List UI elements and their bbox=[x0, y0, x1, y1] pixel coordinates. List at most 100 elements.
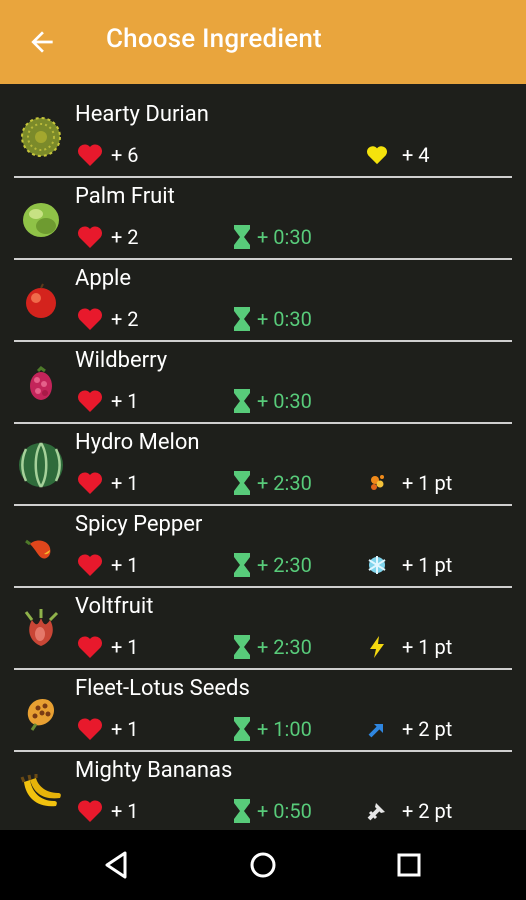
hearts-stat: + 2 bbox=[77, 304, 139, 334]
heart-icon bbox=[77, 390, 103, 412]
hearts-stat: + 1 bbox=[77, 632, 139, 662]
list-item[interactable]: Hydro Melon + 1 + 2:30 + 1 pt bbox=[0, 424, 526, 506]
hearts-value: + 6 bbox=[111, 143, 139, 167]
ingredient-name: Fleet-Lotus Seeds bbox=[75, 676, 250, 701]
palm-fruit-icon bbox=[23, 203, 59, 237]
duration-value: + 1:00 bbox=[257, 717, 312, 741]
system-nav-bar bbox=[0, 830, 526, 900]
hourglass-icon bbox=[234, 389, 250, 413]
hearts-value: + 1 bbox=[111, 471, 139, 495]
ingredient-name: Hearty Durian bbox=[75, 102, 209, 127]
duration-stat: + 2:30 bbox=[233, 468, 312, 498]
ingredient-name: Voltfruit bbox=[75, 594, 154, 619]
cold-resistance-icon bbox=[368, 556, 386, 574]
list-item[interactable]: Voltfruit + 1 + 2:30 + 1 pt bbox=[0, 588, 526, 670]
page-title: Choose Ingredient bbox=[106, 24, 322, 54]
hearts-stat: + 1 bbox=[77, 550, 139, 580]
wildberry-icon bbox=[30, 366, 52, 400]
speed-icon bbox=[368, 724, 383, 738]
heat-resistance-icon bbox=[371, 475, 384, 490]
bonus-value: + 4 bbox=[402, 143, 430, 167]
mighty-bananas-icon bbox=[20, 774, 61, 807]
duration-value: + 0:30 bbox=[257, 389, 312, 413]
heart-icon bbox=[77, 636, 103, 658]
hearts-stat: + 1 bbox=[77, 386, 139, 416]
duration-stat: + 0:30 bbox=[233, 386, 312, 416]
duration-value: + 2:30 bbox=[257, 471, 312, 495]
hourglass-icon bbox=[234, 471, 250, 495]
heart-icon bbox=[77, 144, 103, 166]
nav-home-icon[interactable] bbox=[246, 848, 280, 882]
bonus-stat: + 2 pt bbox=[366, 714, 452, 744]
list-item[interactable]: Wildberry + 1 + 0:30 bbox=[0, 342, 526, 424]
bonus-value: + 2 pt bbox=[402, 799, 453, 823]
hearts-value: + 2 bbox=[111, 307, 139, 331]
duration-stat: + 2:30 bbox=[233, 632, 312, 662]
hearts-stat: + 2 bbox=[77, 222, 139, 252]
hydro-melon-icon bbox=[19, 442, 63, 488]
duration-stat: + 0:50 bbox=[233, 796, 312, 826]
duration-stat: + 1:00 bbox=[233, 714, 312, 744]
heart-icon bbox=[77, 554, 103, 576]
heart-icon bbox=[77, 800, 103, 822]
duration-value: + 0:30 bbox=[257, 307, 312, 331]
ingredient-name: Palm Fruit bbox=[75, 184, 175, 209]
hourglass-icon bbox=[234, 799, 250, 823]
bonus-stat: + 1 pt bbox=[366, 632, 452, 662]
apple-icon bbox=[26, 283, 56, 318]
hourglass-icon bbox=[234, 635, 250, 659]
nav-recents-icon[interactable] bbox=[392, 848, 426, 882]
duration-stat: + 2:30 bbox=[233, 550, 312, 580]
bonus-stat: + 4 bbox=[366, 140, 430, 170]
bonus-value: + 2 pt bbox=[402, 717, 453, 741]
heart-icon bbox=[77, 472, 103, 494]
hearts-value: + 2 bbox=[111, 225, 139, 249]
bonus-stat: + 2 pt bbox=[366, 796, 452, 826]
heart-icon bbox=[77, 308, 103, 330]
duration-value: + 2:30 bbox=[257, 553, 312, 577]
hearts-stat: + 1 bbox=[77, 468, 139, 498]
list-item[interactable]: Apple + 2 + 0:30 bbox=[0, 260, 526, 342]
durian-icon bbox=[21, 117, 61, 157]
hearts-stat: + 1 bbox=[77, 796, 139, 826]
duration-value: + 2:30 bbox=[257, 635, 312, 659]
hourglass-icon bbox=[234, 717, 250, 741]
ingredient-name: Mighty Bananas bbox=[75, 758, 233, 783]
duration-stat: + 0:30 bbox=[233, 304, 312, 334]
heart-icon bbox=[77, 226, 103, 248]
list-item[interactable]: Hearty Durian + 6 + 4 bbox=[0, 96, 526, 178]
voltfruit-icon bbox=[24, 609, 59, 646]
fleet-lotus-seeds-icon bbox=[27, 698, 54, 731]
hourglass-icon bbox=[234, 225, 250, 249]
list-item[interactable]: Fleet-Lotus Seeds + 1 + 1:00 + 2 pt bbox=[0, 670, 526, 752]
ingredient-name: Hydro Melon bbox=[75, 430, 200, 455]
hearts-value: + 1 bbox=[111, 553, 139, 577]
list-item[interactable]: Palm Fruit + 2 + 0:30 bbox=[0, 178, 526, 260]
shock-resistance-icon bbox=[370, 636, 384, 658]
ingredient-name: Wildberry bbox=[75, 348, 168, 373]
nav-back-icon[interactable] bbox=[100, 848, 134, 882]
duration-stat: + 0:30 bbox=[233, 222, 312, 252]
bonus-stat: + 1 pt bbox=[366, 550, 452, 580]
hearts-stat: + 6 bbox=[77, 140, 139, 170]
bonus-stat: + 1 pt bbox=[366, 468, 452, 498]
list-item[interactable]: Mighty Bananas + 1 + 0:50 + 2 pt bbox=[0, 752, 526, 830]
arrow-left-icon[interactable] bbox=[26, 26, 58, 58]
bonus-value: + 1 pt bbox=[402, 635, 453, 659]
ingredient-name: Apple bbox=[75, 266, 132, 291]
heart-icon bbox=[77, 718, 103, 740]
attack-up-icon bbox=[367, 803, 385, 821]
duration-value: + 0:50 bbox=[257, 799, 312, 823]
bonus-value: + 1 pt bbox=[402, 553, 453, 577]
hearts-value: + 1 bbox=[111, 717, 139, 741]
yellow-heart-icon bbox=[366, 146, 388, 165]
hearts-value: + 1 bbox=[111, 389, 139, 413]
hourglass-icon bbox=[234, 307, 250, 331]
bonus-value: + 1 pt bbox=[402, 471, 453, 495]
ingredient-list[interactable]: Hearty Durian + 6 + 4 Palm Fruit + 2 + 0… bbox=[0, 84, 526, 830]
list-item[interactable]: Spicy Pepper + 1 + 2:30 + 1 pt bbox=[0, 506, 526, 588]
hearts-stat: + 1 bbox=[77, 714, 139, 744]
ingredient-name: Spicy Pepper bbox=[75, 512, 203, 537]
hourglass-icon bbox=[234, 553, 250, 577]
app-bar: Choose Ingredient bbox=[0, 0, 526, 84]
